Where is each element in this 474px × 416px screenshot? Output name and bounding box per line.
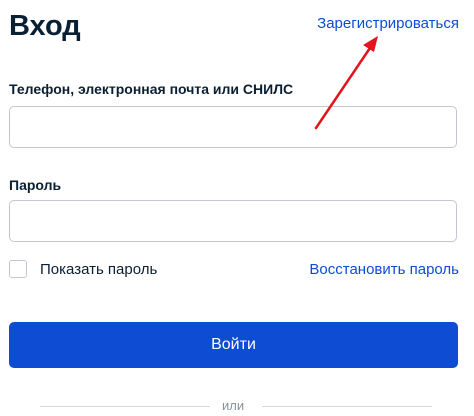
login-button[interactable]: Войти — [9, 322, 458, 368]
divider-left — [40, 406, 210, 407]
login-field-label: Телефон, электронная почта или СНИЛС — [9, 81, 294, 97]
login-input[interactable] — [9, 106, 457, 148]
divider-right — [262, 406, 432, 407]
page-title: Вход — [9, 10, 81, 42]
show-password-checkbox[interactable] — [9, 260, 27, 278]
or-separator: или — [222, 398, 245, 413]
restore-password-link[interactable]: Восстановить пароль — [309, 260, 459, 280]
register-link[interactable]: Зарегистрироваться — [317, 14, 459, 34]
show-password-toggle[interactable]: Показать пароль — [9, 258, 157, 280]
show-password-label: Показать пароль — [40, 260, 158, 278]
password-field-label: Пароль — [9, 177, 62, 193]
password-input[interactable] — [9, 200, 457, 242]
